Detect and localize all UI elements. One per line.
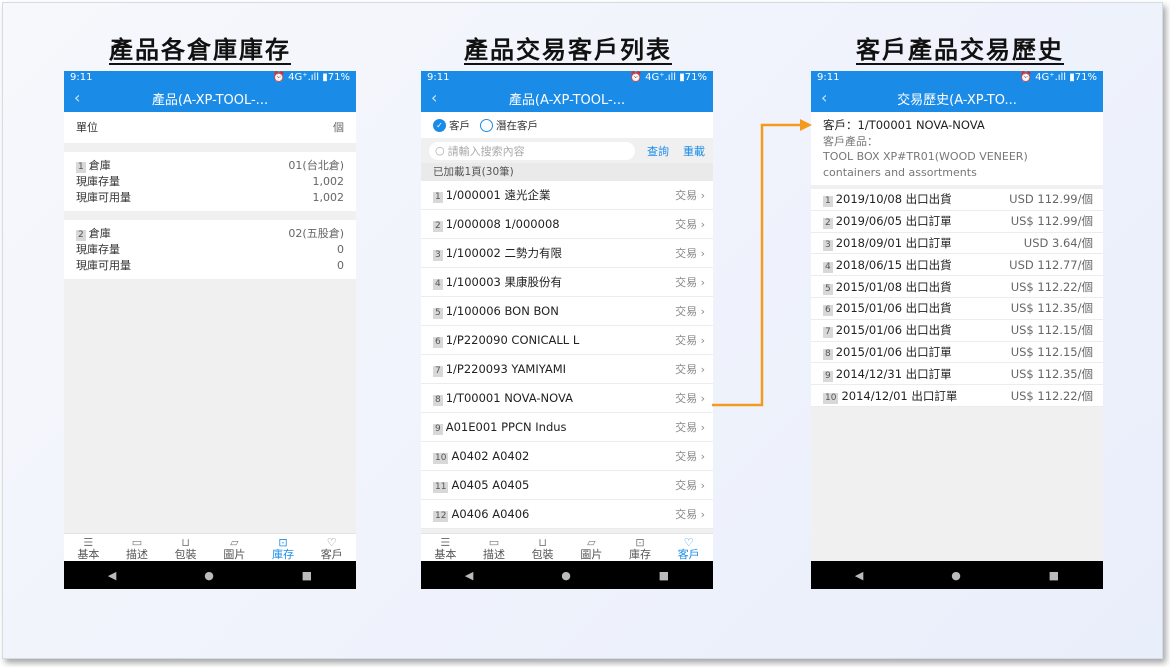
arrow-head-icon bbox=[800, 119, 812, 131]
flow-arrow bbox=[712, 119, 812, 407]
arrow-line bbox=[712, 123, 805, 407]
